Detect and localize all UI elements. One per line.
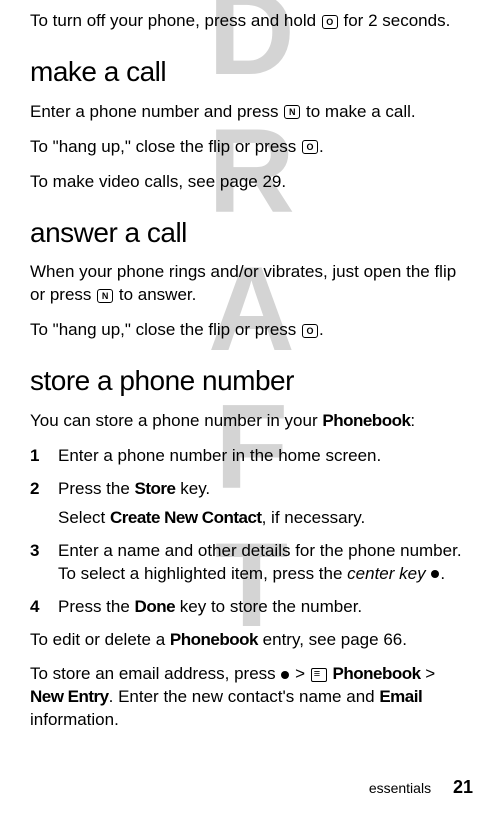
send-key-icon: N: [284, 105, 300, 119]
heading-answer-call: answer a call: [30, 214, 473, 252]
text: key.: [176, 479, 211, 498]
text: .: [319, 320, 324, 339]
make-call-p2: To "hang up," close the flip or press O.: [30, 136, 473, 159]
phonebook-label: Phonebook: [322, 411, 410, 430]
text: To "hang up," close the flip or press: [30, 320, 301, 339]
page-footer: essentials 21: [369, 775, 473, 799]
step-text: Press the Store key. Select Create New C…: [58, 478, 473, 530]
phonebook-label: Phonebook: [170, 630, 258, 649]
store-intro: You can store a phone number in your Pho…: [30, 410, 473, 433]
done-key-label: Done: [135, 597, 176, 616]
page-number: 21: [453, 777, 473, 797]
text: When your phone rings and/or vibrates, j…: [30, 262, 456, 304]
page-content: To turn off your phone, press and hold O…: [30, 10, 473, 732]
power-key-icon: O: [322, 15, 338, 29]
steps-list: 1 Enter a phone number in the home scree…: [30, 445, 473, 619]
make-call-p3: To make video calls, see page 29.: [30, 171, 473, 194]
list-item: 1 Enter a phone number in the home scree…: [30, 445, 473, 468]
create-contact-label: Create New Contact: [110, 508, 262, 527]
step-number: 3: [30, 540, 58, 586]
text: >: [290, 664, 309, 683]
text: . Enter the new contact's name and: [109, 687, 380, 706]
text: To "hang up," close the flip or press: [30, 137, 301, 156]
step-number: 2: [30, 478, 58, 530]
text: .: [440, 564, 445, 583]
text: Enter a phone number and press: [30, 102, 283, 121]
text: Select: [58, 508, 110, 527]
text: entry, see page 66.: [258, 630, 407, 649]
center-key-label: center key: [347, 564, 425, 583]
step-number: 1: [30, 445, 58, 468]
center-key-icon: [431, 570, 439, 578]
step-text: Enter a name and other details for the p…: [58, 540, 473, 586]
answer-call-p2: To "hang up," close the flip or press O.: [30, 319, 473, 342]
store-out2: To store an email address, press > Phone…: [30, 663, 473, 732]
text: for 2 seconds.: [339, 11, 451, 30]
text: , if necessary.: [262, 508, 366, 527]
step-text: Press the Done key to store the number.: [58, 596, 473, 619]
new-entry-label: New Entry: [30, 687, 109, 706]
step-subtext: Select Create New Contact, if necessary.: [58, 507, 473, 530]
text: Press the: [58, 479, 135, 498]
text: You can store a phone number in your: [30, 411, 322, 430]
step-number: 4: [30, 596, 58, 619]
step-text: Enter a phone number in the home screen.: [58, 445, 473, 468]
store-out1: To edit or delete a Phonebook entry, see…: [30, 629, 473, 652]
make-call-p1: Enter a phone number and press N to make…: [30, 101, 473, 124]
text: to make a call.: [301, 102, 415, 121]
text: information.: [30, 710, 119, 729]
phonebook-label: Phonebook: [333, 664, 421, 683]
store-key-label: Store: [135, 479, 176, 498]
answer-call-p1: When your phone rings and/or vibrates, j…: [30, 261, 473, 307]
text: .: [319, 137, 324, 156]
text: Press the: [58, 597, 135, 616]
send-key-icon: N: [97, 289, 113, 303]
end-key-icon: O: [302, 324, 318, 338]
text: [426, 564, 431, 583]
phonebook-icon: [311, 668, 327, 682]
text: To store an email address, press: [30, 664, 280, 683]
center-key-icon: [281, 671, 289, 679]
text: To edit or delete a: [30, 630, 170, 649]
list-item: 4 Press the Done key to store the number…: [30, 596, 473, 619]
email-label: Email: [379, 687, 422, 706]
footer-label: essentials: [369, 780, 431, 796]
list-item: 3 Enter a name and other details for the…: [30, 540, 473, 586]
heading-store-number: store a phone number: [30, 362, 473, 400]
end-key-icon: O: [302, 140, 318, 154]
text: key to store the number.: [175, 597, 362, 616]
heading-make-call: make a call: [30, 53, 473, 91]
text: >: [421, 664, 436, 683]
text: To turn off your phone, press and hold: [30, 11, 321, 30]
text: :: [410, 411, 415, 430]
list-item: 2 Press the Store key. Select Create New…: [30, 478, 473, 530]
text: to answer.: [114, 285, 196, 304]
power-off-instruction: To turn off your phone, press and hold O…: [30, 10, 473, 33]
